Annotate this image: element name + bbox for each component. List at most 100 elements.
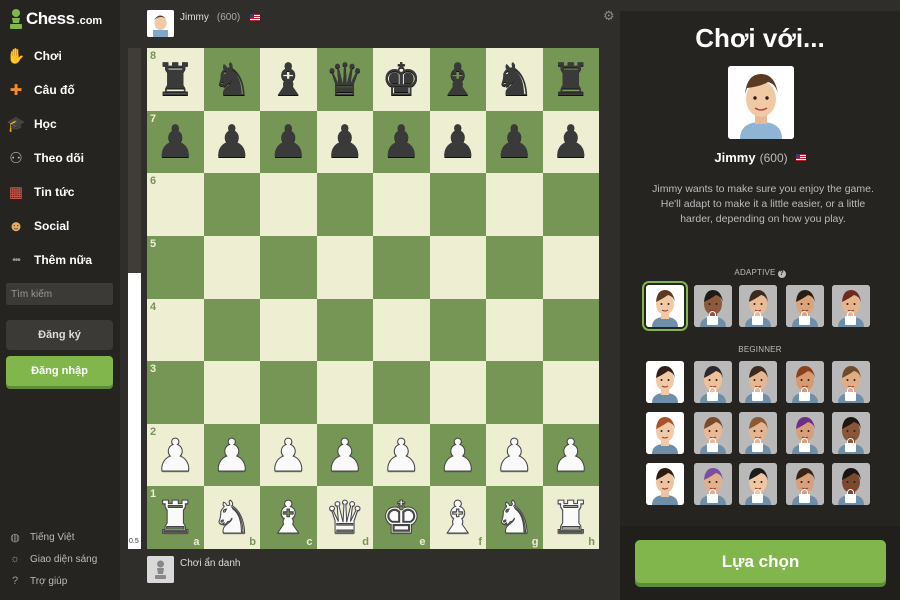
beginner-bot-9[interactable]: [786, 412, 824, 454]
nav-item-4[interactable]: ⚇ Theo dõi: [6, 145, 116, 171]
black-pawn-icon[interactable]: ♟: [494, 119, 534, 164]
square-b8[interactable]: ♞: [203, 48, 260, 111]
square-e8[interactable]: ♚: [373, 48, 430, 111]
square-c5[interactable]: [260, 235, 317, 299]
black-pawn-icon[interactable]: ♟: [268, 119, 308, 164]
beginner-bot-15[interactable]: [832, 463, 870, 505]
beginner-bot-8[interactable]: [739, 412, 777, 454]
square-b4[interactable]: [203, 298, 260, 362]
square-a5[interactable]: 5: [147, 235, 204, 299]
square-a8[interactable]: 8 ♜: [147, 48, 204, 111]
beginner-bot-14[interactable]: [786, 463, 824, 505]
square-h4[interactable]: [542, 298, 599, 362]
square-h2[interactable]: ♟: [542, 423, 599, 487]
nav-item-6[interactable]: ☻ Social: [6, 213, 116, 239]
beginner-bot-7[interactable]: [694, 412, 732, 454]
nav-item-3[interactable]: 🎓 Học: [6, 111, 116, 137]
gear-icon[interactable]: ⚙: [603, 8, 615, 24]
square-h3[interactable]: [542, 361, 599, 424]
black-pawn-icon[interactable]: ♟: [155, 119, 195, 164]
white-bishop-icon[interactable]: ♝: [437, 495, 478, 541]
beginner-bot-10[interactable]: [832, 412, 870, 454]
square-h5[interactable]: [542, 235, 599, 299]
beginner-bot-4[interactable]: [786, 361, 824, 403]
square-e6[interactable]: [373, 173, 430, 236]
square-g5[interactable]: [486, 235, 543, 299]
white-rook-icon[interactable]: ♜: [550, 495, 591, 541]
white-knight-icon[interactable]: ♞: [494, 495, 535, 541]
white-pawn-icon[interactable]: ♟: [437, 432, 478, 478]
square-b1[interactable]: b ♞: [203, 486, 260, 549]
square-e5[interactable]: [373, 235, 430, 299]
square-f5[interactable]: [429, 235, 486, 299]
beginner-bot-1[interactable]: [646, 361, 684, 403]
square-f8[interactable]: ♝: [429, 48, 486, 111]
nav-item-1[interactable]: ✋ Chơi: [6, 43, 116, 69]
square-d6[interactable]: [316, 173, 373, 236]
square-f6[interactable]: [429, 173, 486, 236]
white-pawn-icon[interactable]: ♟: [155, 432, 196, 478]
square-c6[interactable]: [260, 173, 317, 236]
square-a7[interactable]: 7 ♟: [147, 110, 204, 174]
nav-item-7[interactable]: ••• Thêm nữa: [6, 247, 116, 273]
square-b3[interactable]: [203, 361, 260, 424]
square-a6[interactable]: 6: [147, 173, 204, 236]
black-pawn-icon[interactable]: ♟: [325, 119, 365, 164]
square-f4[interactable]: [429, 298, 486, 362]
adaptive-bot-1[interactable]: [642, 281, 688, 331]
square-c1[interactable]: c ♝: [260, 486, 317, 549]
square-e7[interactable]: ♟: [373, 110, 430, 174]
black-rook-icon[interactable]: ♜: [551, 57, 591, 102]
square-c3[interactable]: [260, 361, 317, 424]
signup-button[interactable]: Đăng ký: [6, 320, 113, 350]
white-rook-icon[interactable]: ♜: [155, 495, 196, 541]
square-e3[interactable]: [373, 361, 430, 424]
adaptive-bot-4[interactable]: [786, 285, 824, 327]
white-pawn-icon[interactable]: ♟: [268, 432, 309, 478]
square-g4[interactable]: [486, 298, 543, 362]
nav-item-5[interactable]: ▦ Tin tức: [6, 179, 116, 205]
white-knight-icon[interactable]: ♞: [211, 495, 252, 541]
square-h6[interactable]: [542, 173, 599, 236]
square-e4[interactable]: [373, 298, 430, 362]
beginner-bot-6[interactable]: [646, 412, 684, 454]
square-f3[interactable]: [429, 361, 486, 424]
square-c2[interactable]: ♟: [260, 423, 317, 487]
square-f7[interactable]: ♟: [429, 110, 486, 174]
black-queen-icon[interactable]: ♛: [325, 57, 365, 102]
white-pawn-icon[interactable]: ♟: [550, 432, 591, 478]
square-a4[interactable]: 4: [147, 298, 204, 362]
square-d5[interactable]: [316, 235, 373, 299]
white-pawn-icon[interactable]: ♟: [494, 432, 535, 478]
white-queen-icon[interactable]: ♛: [324, 495, 365, 541]
square-g6[interactable]: [486, 173, 543, 236]
square-b5[interactable]: [203, 235, 260, 299]
black-bishop-icon[interactable]: ♝: [438, 57, 478, 102]
square-e1[interactable]: e ♚: [373, 486, 430, 549]
square-e2[interactable]: ♟: [373, 423, 430, 487]
square-h8[interactable]: ♜: [542, 48, 599, 111]
square-b7[interactable]: ♟: [203, 110, 260, 174]
help-icon[interactable]: ?: [777, 270, 786, 278]
square-b2[interactable]: ♟: [203, 423, 260, 487]
black-rook-icon[interactable]: ♜: [155, 57, 195, 102]
black-knight-icon[interactable]: ♞: [212, 57, 252, 102]
square-c7[interactable]: ♟: [260, 110, 317, 174]
black-bishop-icon[interactable]: ♝: [268, 57, 308, 102]
square-d7[interactable]: ♟: [316, 110, 373, 174]
white-bishop-icon[interactable]: ♝: [268, 495, 309, 541]
beginner-bot-12[interactable]: [694, 463, 732, 505]
square-c4[interactable]: [260, 298, 317, 362]
square-d4[interactable]: [316, 298, 373, 362]
black-pawn-icon[interactable]: ♟: [438, 119, 478, 164]
square-d8[interactable]: ♛: [316, 48, 373, 111]
square-f1[interactable]: f ♝: [429, 486, 486, 549]
choose-button[interactable]: Lựa chọn: [635, 540, 886, 583]
beginner-bot-11[interactable]: [646, 463, 684, 505]
square-d2[interactable]: ♟: [316, 423, 373, 487]
square-g8[interactable]: ♞: [486, 48, 543, 111]
login-button[interactable]: Đăng nhập: [6, 356, 113, 386]
square-b6[interactable]: [203, 173, 260, 236]
square-d1[interactable]: d ♛: [316, 486, 373, 549]
black-pawn-icon[interactable]: ♟: [381, 119, 421, 164]
